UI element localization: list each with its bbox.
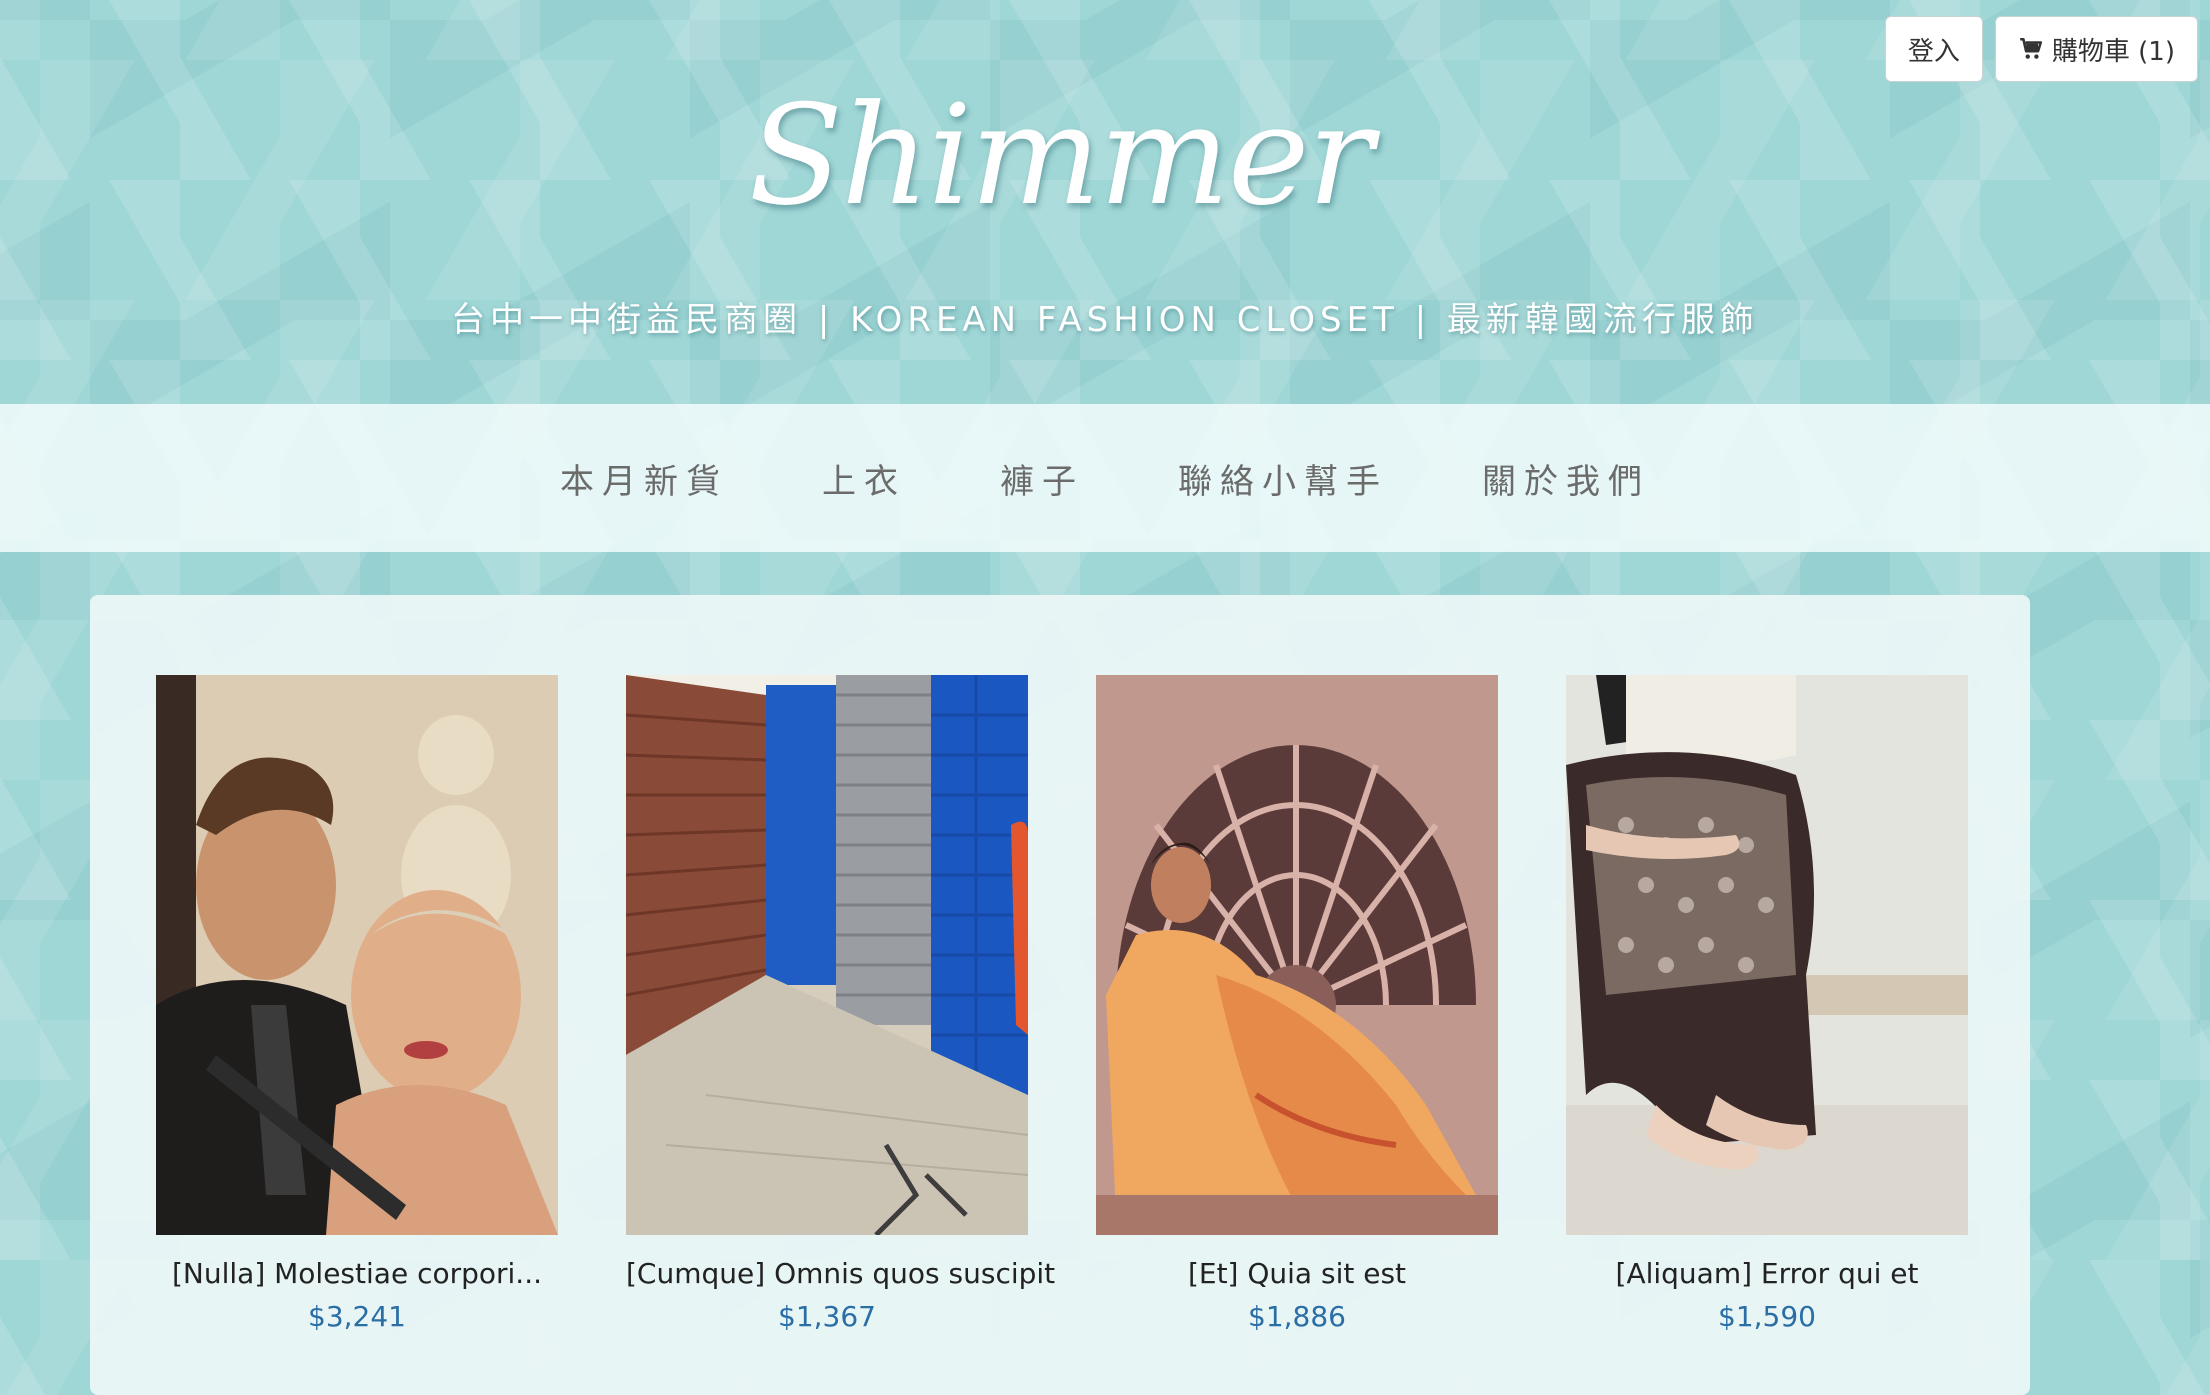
site-logo[interactable]: Shimmer bbox=[749, 70, 1374, 240]
product-title[interactable]: [Cumque] Omnis quos suscipit bbox=[626, 1257, 1055, 1290]
cart-label: 購物車 (1) bbox=[2051, 36, 2175, 67]
main-nav: 本月新貨 上衣 褲子 聯絡小幫手 關於我們 bbox=[0, 404, 2210, 552]
nav-item-about-us[interactable]: 關於我們 bbox=[1482, 454, 1650, 503]
cart-icon bbox=[2018, 36, 2044, 62]
login-label: 登入 bbox=[1907, 36, 1960, 67]
product-title[interactable]: [Aliquam] Error qui et bbox=[1566, 1257, 1968, 1290]
site-header: Shimmer 台中一中街益民商圈 | KOREAN FASHION CLOSE… bbox=[0, 0, 2210, 404]
product-image[interactable] bbox=[156, 675, 558, 1235]
product-card[interactable]: [Aliquam] Error qui et $1,590 bbox=[1566, 675, 1968, 1333]
product-title[interactable]: [Nulla] Molestiae corpori... bbox=[156, 1257, 558, 1290]
cart-button[interactable]: 購物車 (1) bbox=[1994, 16, 2198, 82]
product-panel: [Nulla] Molestiae corpori... $3,241 [Cum… bbox=[90, 595, 2030, 1395]
product-price: $1,886 bbox=[1248, 1300, 1346, 1333]
product-image[interactable] bbox=[626, 675, 1028, 1235]
product-title[interactable]: [Et] Quia sit est bbox=[1096, 1257, 1498, 1290]
product-price: $1,590 bbox=[1718, 1300, 1816, 1333]
product-card[interactable]: [Nulla] Molestiae corpori... $3,241 bbox=[156, 675, 558, 1333]
top-actions: 登入 購物車 (1) bbox=[1884, 16, 2198, 82]
product-price: $1,367 bbox=[778, 1300, 876, 1333]
product-card[interactable]: [Cumque] Omnis quos suscipit $1,367 bbox=[626, 675, 1055, 1333]
nav-item-contact-helper[interactable]: 聯絡小幫手 bbox=[1178, 454, 1388, 503]
login-button[interactable]: 登入 bbox=[1884, 16, 1983, 82]
nav-item-pants[interactable]: 褲子 bbox=[1000, 454, 1084, 503]
product-image[interactable] bbox=[1096, 675, 1498, 1235]
product-card[interactable]: [Et] Quia sit est $1,886 bbox=[1096, 675, 1498, 1333]
site-tagline: 台中一中街益民商圈 | KOREAN FASHION CLOSET | 最新韓國… bbox=[451, 300, 1759, 340]
nav-item-new-arrivals[interactable]: 本月新貨 bbox=[560, 454, 728, 503]
product-grid: [Nulla] Molestiae corpori... $3,241 [Cum… bbox=[156, 675, 1968, 1333]
nav-item-tops[interactable]: 上衣 bbox=[822, 454, 906, 503]
product-image[interactable] bbox=[1566, 675, 1968, 1235]
product-price: $3,241 bbox=[308, 1300, 406, 1333]
